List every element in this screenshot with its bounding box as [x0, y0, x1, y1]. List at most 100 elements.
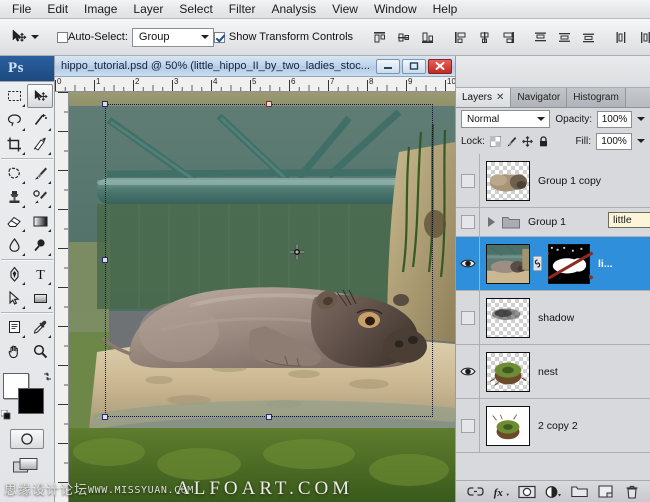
- layer-thumbnail[interactable]: [486, 161, 530, 201]
- align-horizontal-centers-button[interactable]: [474, 27, 494, 47]
- align-bottom-edges-button[interactable]: [417, 27, 437, 47]
- eyedropper-tool-button[interactable]: [27, 315, 53, 339]
- distribute-top-edges-button[interactable]: [530, 27, 550, 47]
- layer-name[interactable]: li...: [598, 258, 613, 270]
- auto-select-checkbox[interactable]: [57, 32, 68, 43]
- layer-visibility-toggle[interactable]: [456, 208, 480, 236]
- layer-name[interactable]: 2 copy 2: [538, 420, 578, 432]
- menu-item-view[interactable]: View: [324, 0, 366, 18]
- fill-input[interactable]: 100%: [596, 133, 632, 150]
- fill-chevron-down-icon[interactable]: [637, 139, 645, 143]
- auto-select-scope-select[interactable]: Group: [132, 28, 214, 47]
- layer-name[interactable]: Group 1 copy: [538, 175, 601, 187]
- rectangular-marquee-tool-button[interactable]: [1, 84, 27, 108]
- distribute-horizontal-centers-button[interactable]: [635, 27, 650, 47]
- vertical-ruler[interactable]: [55, 92, 69, 502]
- layer-row-2-copy-2[interactable]: 2 copy 2: [456, 399, 650, 453]
- rectangle-shape-tool-button[interactable]: [27, 286, 53, 310]
- gradient-tool-button[interactable]: [27, 209, 53, 233]
- distribute-vertical-centers-button[interactable]: [554, 27, 574, 47]
- menu-item-file[interactable]: File: [4, 0, 39, 18]
- layer-row-little-hippo[interactable]: li...: [456, 237, 650, 291]
- close-button[interactable]: [428, 59, 452, 74]
- magic-wand-tool-button[interactable]: [27, 108, 53, 132]
- crop-tool-button[interactable]: [1, 132, 27, 156]
- transform-handle-bottom-center[interactable]: [266, 414, 272, 420]
- align-left-edges-button[interactable]: [450, 27, 470, 47]
- layer-thumbnail[interactable]: [486, 244, 530, 284]
- distribute-bottom-edges-button[interactable]: [578, 27, 598, 47]
- transform-handle-top-center[interactable]: [266, 101, 272, 107]
- lock-all-icon[interactable]: [538, 136, 549, 147]
- transform-handle-middle-left[interactable]: [102, 257, 108, 263]
- clone-stamp-tool-button[interactable]: [1, 185, 27, 209]
- hand-tool-button[interactable]: [1, 339, 27, 363]
- lock-image-pixels-icon[interactable]: [506, 136, 517, 147]
- layer-thumbnail[interactable]: [486, 298, 530, 338]
- history-brush-tool-button[interactable]: [27, 185, 53, 209]
- restore-button[interactable]: [402, 59, 426, 74]
- notes-tool-button[interactable]: [1, 315, 27, 339]
- group-expand-triangle-icon[interactable]: [488, 217, 495, 227]
- document-title-bar[interactable]: hippo_tutorial.psd @ 50% (little_hippo_I…: [55, 56, 455, 77]
- move-tool-button[interactable]: [27, 84, 53, 108]
- menu-item-select[interactable]: Select: [171, 0, 220, 18]
- layer-visibility-toggle[interactable]: [456, 154, 480, 207]
- menu-item-image[interactable]: Image: [76, 0, 125, 18]
- menu-item-filter[interactable]: Filter: [221, 0, 264, 18]
- canvas[interactable]: [69, 92, 455, 502]
- opacity-chevron-down-icon[interactable]: [637, 117, 645, 121]
- layer-visibility-toggle[interactable]: [456, 237, 480, 290]
- layer-thumbnail[interactable]: [486, 352, 530, 392]
- layer-name[interactable]: shadow: [538, 312, 574, 324]
- distribute-left-edges-button[interactable]: [611, 27, 631, 47]
- new-adjustment-layer-button[interactable]: [544, 483, 562, 501]
- delete-layer-button[interactable]: [623, 483, 641, 501]
- new-group-button[interactable]: [571, 483, 589, 501]
- healing-brush-tool-button[interactable]: [1, 161, 27, 185]
- layer-row-group-1-copy[interactable]: Group 1 copy: [456, 154, 650, 208]
- active-tool-preset[interactable]: [0, 28, 45, 46]
- screen-mode-button[interactable]: [10, 455, 44, 477]
- align-vertical-centers-button[interactable]: [393, 27, 413, 47]
- lasso-tool-button[interactable]: [1, 108, 27, 132]
- add-layer-mask-button[interactable]: [518, 483, 536, 501]
- layer-row-nest[interactable]: nest: [456, 345, 650, 399]
- layer-name[interactable]: nest: [538, 366, 558, 378]
- transform-handle-bottom-left[interactable]: [102, 414, 108, 420]
- quick-mask-mode-button[interactable]: [10, 429, 44, 449]
- menu-item-layer[interactable]: Layer: [125, 0, 171, 18]
- horizontal-ruler[interactable]: 0 1 2 3 4 5 6 7 8 9 10: [55, 77, 455, 92]
- pen-tool-button[interactable]: [1, 262, 27, 286]
- layer-row-shadow[interactable]: shadow: [456, 291, 650, 345]
- transform-handle-top-left[interactable]: [102, 101, 108, 107]
- tab-navigator[interactable]: Navigator: [511, 88, 567, 107]
- layers-list[interactable]: Group 1 copy Group 1: [456, 154, 650, 480]
- new-layer-button[interactable]: [597, 483, 615, 501]
- tool-preset-chevron-down-icon[interactable]: [31, 35, 39, 39]
- type-tool-button[interactable]: T: [27, 262, 53, 286]
- lock-transparent-pixels-icon[interactable]: [490, 136, 501, 147]
- add-layer-style-button[interactable]: fx: [492, 483, 510, 501]
- path-selection-tool-button[interactable]: [1, 286, 27, 310]
- layer-visibility-toggle[interactable]: [456, 291, 480, 344]
- layer-name[interactable]: Group 1: [528, 216, 566, 228]
- brush-tool-button[interactable]: [27, 161, 53, 185]
- blend-mode-select[interactable]: Normal: [461, 110, 550, 128]
- lock-position-icon[interactable]: [522, 136, 533, 147]
- layer-thumbnail[interactable]: [486, 406, 530, 446]
- tab-layers[interactable]: Layers ✕: [456, 88, 511, 107]
- dodge-tool-button[interactable]: [27, 233, 53, 257]
- tab-histogram[interactable]: Histogram: [567, 88, 626, 107]
- show-transform-controls-checkbox[interactable]: [214, 32, 225, 43]
- align-top-edges-button[interactable]: [369, 27, 389, 47]
- slice-tool-button[interactable]: [27, 132, 53, 156]
- eraser-tool-button[interactable]: [1, 209, 27, 233]
- menu-item-edit[interactable]: Edit: [39, 0, 76, 18]
- mask-link-icon[interactable]: [532, 256, 542, 272]
- swap-colors-icon[interactable]: [42, 371, 53, 382]
- menu-item-analysis[interactable]: Analysis: [263, 0, 324, 18]
- menu-item-window[interactable]: Window: [366, 0, 425, 18]
- link-layers-button[interactable]: [466, 483, 484, 501]
- menu-item-help[interactable]: Help: [425, 0, 466, 18]
